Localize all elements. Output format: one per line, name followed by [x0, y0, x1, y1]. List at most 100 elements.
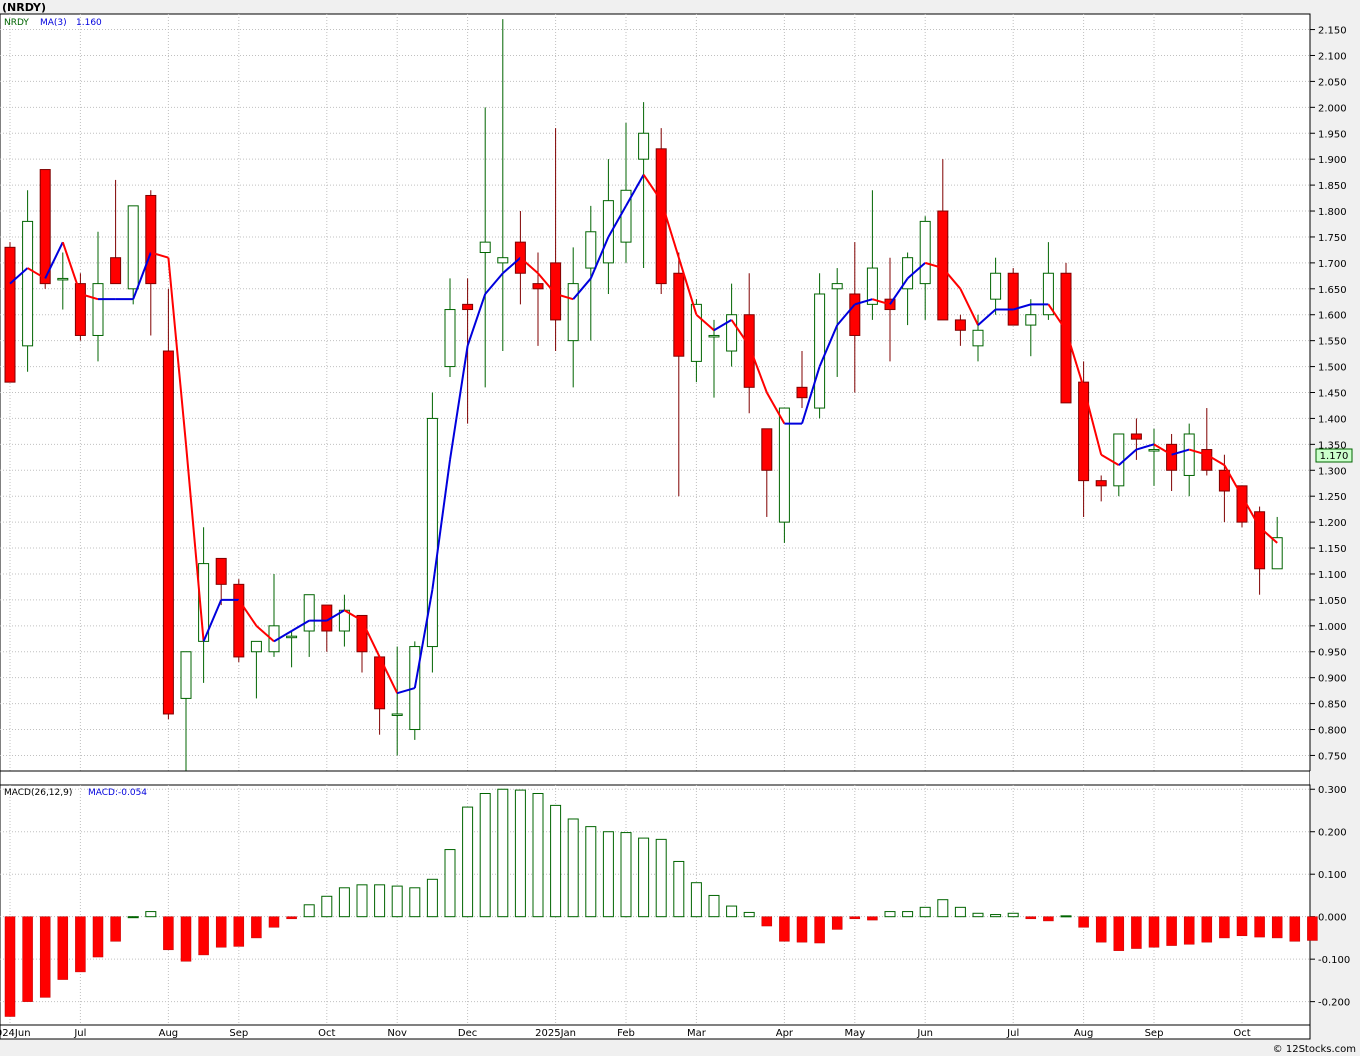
macd-bar [374, 884, 386, 918]
macd-bar [338, 887, 350, 918]
macd-date-label: Sep [1145, 1028, 1164, 1039]
candle-body [990, 272, 1002, 300]
price-tick-label: 0.750 [1318, 751, 1347, 762]
macd-bar [514, 789, 526, 918]
macd-bar [884, 911, 896, 918]
candle-body [462, 303, 474, 311]
macd-tick-label: -0.100 [1318, 955, 1350, 966]
price-tick-label: 1.850 [1318, 181, 1347, 192]
macd-bar [831, 916, 843, 930]
candle-body [180, 651, 192, 699]
candle-body [391, 713, 403, 716]
macd-bar [673, 860, 685, 918]
candle-body [250, 640, 262, 653]
macd-bar [1166, 916, 1177, 946]
price-tick-label: 1.100 [1318, 570, 1347, 581]
macd-bar [1078, 916, 1089, 928]
macd-tick-label: 0.100 [1318, 870, 1347, 881]
candle-body [162, 350, 174, 715]
candle-body [866, 267, 878, 305]
macd-bar [1219, 916, 1230, 939]
current-price-value: 1.170 [1320, 451, 1349, 462]
price-date-strip [0, 770, 1311, 786]
ma-value: 1.160 [76, 18, 102, 28]
candle-body [849, 293, 861, 336]
candle-body [1166, 443, 1178, 471]
price-axis: 2.150 2.100 2.050 2.000 1.950 1.900 1.850 1.800… [1310, 26, 1347, 762]
price-tick-label: 1.200 [1318, 518, 1347, 529]
macd-bar [215, 916, 227, 948]
price-tick-label: 1.300 [1318, 466, 1347, 477]
right-axis-strip [1310, 771, 1360, 785]
macd-bar [620, 832, 632, 918]
candle-body [638, 132, 650, 160]
macd-bar [867, 916, 878, 921]
macd-bar [180, 916, 192, 962]
candle-body [937, 210, 949, 321]
macd-tick-label: -0.200 [1318, 998, 1350, 1009]
macd-date-label: 2025Jan [535, 1028, 576, 1039]
macd-bar [532, 792, 544, 918]
price-tick-label: 2.050 [1318, 77, 1347, 88]
candle-body [127, 205, 139, 290]
macd-bar [585, 826, 597, 918]
macd-bar [779, 916, 790, 942]
macd-bar [479, 792, 491, 918]
macd-bar [761, 916, 773, 927]
candle-body [954, 319, 966, 331]
macd-bar [1289, 916, 1301, 942]
price-tick-label: 1.400 [1318, 414, 1347, 425]
candle-body [39, 169, 51, 285]
candle-body [761, 428, 773, 471]
candle-body [972, 329, 984, 347]
macd-bar [1131, 916, 1142, 949]
price-tick-label: 0.800 [1318, 726, 1347, 737]
candle-body [215, 557, 227, 585]
macd-bar [796, 916, 808, 943]
price-tick-label: 0.950 [1318, 648, 1347, 659]
macd-bar [127, 916, 139, 919]
macd-bar [497, 788, 509, 918]
candle-body [673, 272, 685, 357]
candle-body [814, 293, 826, 409]
candle-body [567, 283, 579, 342]
macd-bar [690, 882, 702, 918]
candle-body [655, 148, 667, 285]
macd-bar [321, 895, 333, 918]
macd-date-label: Jul [73, 1028, 86, 1039]
macd-bar [391, 885, 403, 918]
macd-bar [1183, 916, 1195, 945]
macd-bar [426, 878, 438, 918]
candle-body [1218, 469, 1230, 492]
macd-bar [303, 904, 315, 918]
macd-bar [268, 916, 280, 928]
candle-body [1007, 272, 1019, 326]
macd-bar [567, 818, 579, 918]
candle-body [497, 257, 509, 264]
candle-body [708, 334, 720, 338]
macd-bar [462, 806, 474, 918]
candle-body [1025, 314, 1037, 326]
candle-body [1148, 449, 1160, 452]
price-tick-label: 1.000 [1318, 622, 1347, 633]
price-tick-label: 1.750 [1318, 233, 1347, 244]
macd-bar [1060, 915, 1072, 918]
candle-body [743, 314, 755, 388]
macd-bar [1025, 916, 1037, 920]
candle-body [479, 241, 491, 254]
price-tick-label: 1.800 [1318, 207, 1347, 218]
macd-date-label: Apr [776, 1028, 794, 1039]
macd-bar [22, 916, 33, 1002]
candle-body [303, 594, 315, 632]
price-label: NRDY [4, 18, 29, 28]
macd-bar [57, 916, 69, 980]
candle-body [778, 407, 790, 523]
candle-body [286, 635, 298, 639]
macd-bar [902, 911, 914, 918]
candle-body [831, 283, 843, 290]
price-tick-label: 2.000 [1318, 103, 1347, 114]
price-tick-label: 1.500 [1318, 363, 1347, 374]
candle-body [796, 386, 808, 399]
macd-value: MACD:-0.054 [88, 788, 147, 798]
macd-bar [919, 906, 931, 918]
